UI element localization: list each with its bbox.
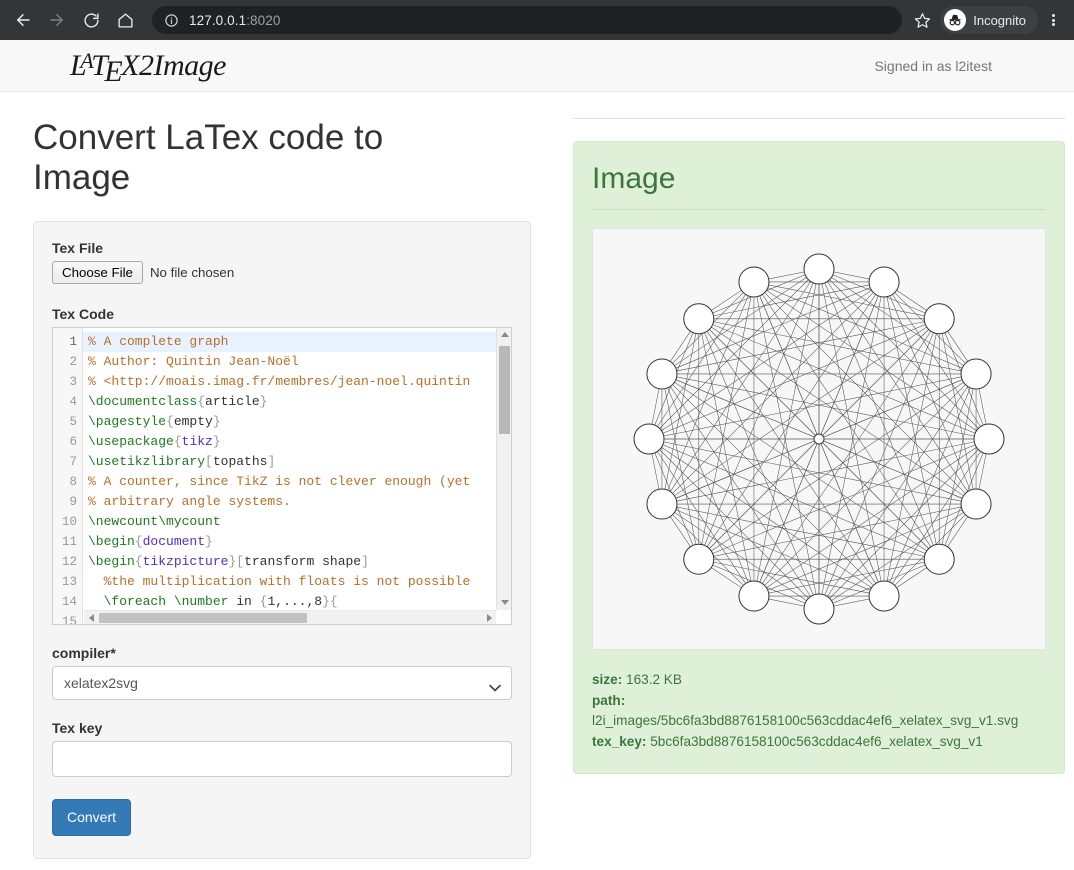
right-column: Image size: 163.2 KB path: l2i_images/5b… (564, 92, 1074, 774)
forward-arrow-icon[interactable] (42, 5, 72, 35)
editor-code-line[interactable]: %the multiplication with floats is not p… (83, 572, 511, 592)
compiler-label: compiler* (52, 644, 116, 661)
left-column: Convert LaTex code to Image Tex File Cho… (24, 92, 540, 860)
editor-line-number: 4 (69, 394, 77, 409)
tex-code-editor[interactable]: 1 2 3 4 5 6 7 8 9 10 11 12 13 14 15 % A complete graph… (52, 326, 512, 625)
editor-line-number: 13 (61, 574, 77, 589)
scroll-right-arrow-icon[interactable] (482, 611, 496, 624)
image-panel-divider (592, 209, 1046, 210)
editor-vertical-scrollbar[interactable] (496, 327, 511, 610)
editor-line-number: 11 (61, 534, 77, 549)
scroll-up-arrow-icon[interactable] (497, 328, 511, 342)
editor-line-number: 6 (69, 434, 77, 449)
editor-line-number: 7 (69, 454, 77, 469)
incognito-profile-button[interactable]: Incognito (940, 6, 1038, 34)
conversion-form-panel: Tex File Choose File No file chosen Tex … (33, 220, 531, 860)
tex-code-label: Tex Code (52, 305, 114, 322)
three-dot-menu-icon[interactable] (1040, 6, 1066, 34)
image-panel-title: Image (592, 162, 676, 195)
texkey-value: 5bc6fa3bd8876158100c563cddac4ef6_xelatex… (650, 733, 983, 749)
path-value: l2i_images/5bc6fa3bd8876158100c563cddac4… (592, 713, 1019, 729)
editor-line-number: 10 (61, 514, 77, 529)
choose-file-button[interactable]: Choose File (52, 260, 143, 284)
editor-code-line[interactable]: \usetikzlibrary[topaths] (83, 452, 511, 472)
tex-file-input-row[interactable]: Choose File No file chosen (52, 260, 512, 284)
signed-in-status: Signed in as l2itest (874, 57, 992, 74)
size-value: 163.2 KB (626, 672, 682, 687)
home-icon[interactable] (110, 5, 140, 35)
tex-file-label: Tex File (52, 239, 104, 256)
path-label: path: (592, 692, 626, 708)
page-title: Convert LaTex code to Image (33, 118, 384, 198)
image-result-panel: Image size: 163.2 KB path: l2i_images/5b… (573, 141, 1065, 774)
editor-line-number: 12 (61, 554, 77, 569)
url-host: 127.0.0.1 (189, 12, 247, 28)
size-label: size: (592, 672, 623, 687)
editor-code-line[interactable]: % arbitrary angle systems. (83, 492, 511, 512)
editor-code-line[interactable]: \documentclass{article} (83, 392, 511, 412)
editor-horizontal-scrollbar[interactable] (84, 609, 496, 624)
reload-icon[interactable] (76, 5, 106, 35)
site-info-icon[interactable] (164, 13, 179, 28)
address-bar[interactable]: 127.0.0.1:8020 (152, 6, 903, 34)
editor-code-line[interactable]: % A complete graph (83, 331, 511, 352)
tex-key-field-group: Tex key (52, 720, 512, 777)
editor-line-number: 1 (69, 334, 77, 349)
editor-code-line[interactable]: % <http://moais.imag.fr/membres/jean-noe… (83, 372, 511, 392)
site-header: LATEX2Image Signed in as l2itest (0, 40, 1074, 92)
editor-code-line[interactable]: % Author: Quintin Jean-Noël (83, 352, 511, 372)
brand-suffix: 2Image (138, 48, 226, 82)
url-text: 127.0.0.1:8020 (189, 13, 281, 28)
editor-code-line[interactable]: \begin{tikzpicture}[transform shape] (83, 552, 511, 572)
compiler-field-group: compiler* xelatex2svg (52, 645, 512, 700)
rendered-image-frame[interactable] (592, 228, 1046, 650)
editor-line-number: 2 (69, 354, 77, 369)
editor-code-line[interactable]: \begin{document} (83, 532, 511, 552)
compiler-select[interactable]: xelatex2svg (52, 665, 512, 700)
convert-button[interactable]: Convert (52, 798, 132, 837)
tex-key-input[interactable] (52, 740, 512, 777)
editor-code-line[interactable]: \usepackage{tikz} (83, 432, 511, 452)
back-arrow-icon[interactable] (8, 5, 38, 35)
complete-graph-image (633, 253, 1005, 625)
editor-code-line[interactable]: \foreach \number in {1,...,8}{ (83, 592, 511, 612)
editor-line-number: 5 (69, 414, 77, 429)
editor-code-line[interactable]: \newcount\mycount (83, 512, 511, 532)
vertical-scroll-thumb[interactable] (499, 345, 510, 434)
scroll-left-arrow-icon[interactable] (84, 611, 98, 624)
editor-line-number: 9 (69, 494, 77, 509)
incognito-avatar-icon (944, 9, 967, 31)
metadata-texkey-row: tex_key: 5bc6fa3bd8876158100c563cddac4ef… (592, 732, 1046, 753)
editor-code-area[interactable]: % A complete graph% Author: Quintin Jean… (83, 328, 511, 624)
page-container: Convert LaTex code to Image Tex File Cho… (0, 92, 1074, 860)
horizontal-scroll-thumb[interactable] (99, 612, 307, 623)
editor-code-line[interactable]: % A counter, since TikZ is not clever en… (83, 472, 511, 492)
editor-line-number: 3 (69, 374, 77, 389)
image-metadata: size: 163.2 KB path: l2i_images/5bc6fa3b… (592, 670, 1046, 753)
brand-logo[interactable]: LATEX2Image (70, 48, 226, 88)
editor-line-number: 15 (61, 614, 77, 625)
metadata-size-row: size: 163.2 KB (592, 670, 1046, 691)
browser-toolbar: 127.0.0.1:8020 Incognito (0, 0, 1074, 40)
scroll-down-arrow-icon[interactable] (497, 596, 511, 610)
bookmark-star-icon[interactable] (908, 6, 936, 34)
editor-line-number: 8 (69, 474, 77, 489)
section-divider (573, 118, 1065, 119)
incognito-label: Incognito (973, 12, 1026, 28)
texkey-label: tex_key: (592, 733, 647, 749)
metadata-path-label-row: path: (592, 691, 1046, 712)
editor-line-number-gutter: 1 2 3 4 5 6 7 8 9 10 11 12 13 14 15 (53, 327, 83, 625)
editor-code-line[interactable]: \pagestyle{empty} (83, 412, 511, 432)
editor-line-number: 14 (61, 594, 77, 609)
url-port: :8020 (246, 12, 281, 28)
tex-key-label: Tex key (52, 719, 103, 736)
no-file-chosen-text: No file chosen (149, 264, 235, 280)
